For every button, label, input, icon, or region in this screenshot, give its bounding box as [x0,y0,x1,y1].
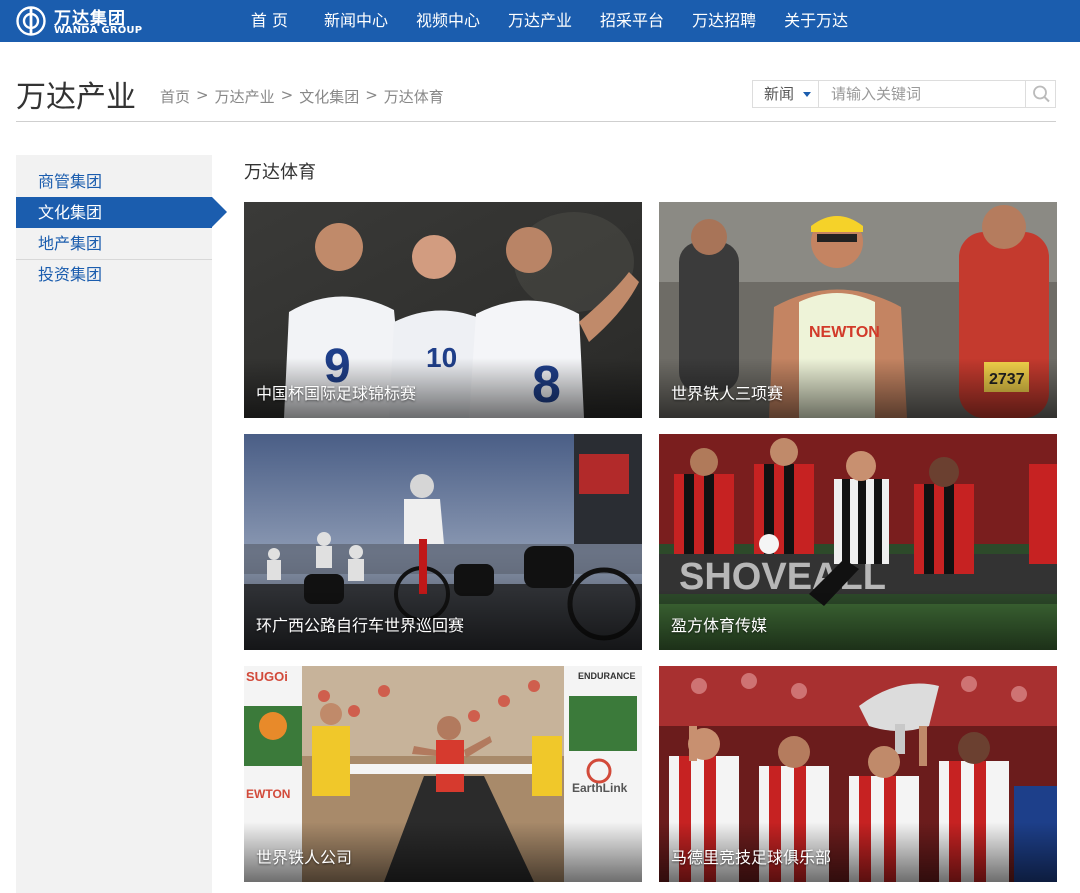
nav-item-about[interactable]: 关于万达 [770,0,862,42]
search-input[interactable] [823,81,1023,107]
svg-text:SUGOi: SUGOi [246,669,288,684]
sidebar-item-commercial[interactable]: 商管集团 [16,166,212,197]
wanda-logo[interactable]: 万达集团 WANDA GROUP [16,4,146,38]
search-icon [1033,85,1050,103]
nav-item-industry[interactable]: 万达产业 [494,0,586,42]
breadcrumb-separator: > [365,86,378,104]
card-label: 马德里竞技足球俱乐部 [671,848,832,867]
svg-text:NEWTON: NEWTON [809,324,880,341]
chevron-down-icon [803,92,811,97]
wanda-logo-icon [16,6,46,36]
breadcrumb: 首页 > 万达产业 > 文化集团 > 万达体育 [160,86,444,107]
nav-item-home[interactable]: 首 页 [230,0,310,42]
section-title: 万达体育 [244,162,316,183]
nav-item-recruitment[interactable]: 万达招聘 [678,0,770,42]
svg-text:EWTON: EWTON [246,787,290,801]
card-label: 环广西公路自行车世界巡回赛 [256,616,465,635]
svg-text:EarthLink: EarthLink [572,781,628,795]
card-world-triathlon-corp[interactable]: SUGOi EWTON ENDURANCE EarthLink 世界铁人公司 [244,666,642,882]
card-china-cup[interactable]: 9 10 8 中国杯国际足球锦标赛 [244,202,642,418]
breadcrumb-culture-group[interactable]: 文化集团 [299,86,359,107]
breadcrumb-home[interactable]: 首页 [160,86,190,107]
breadcrumb-wanda-sports[interactable]: 万达体育 [384,86,444,107]
search-type-dropdown[interactable]: 新闻 [753,81,819,107]
nav-item-news[interactable]: 新闻中心 [310,0,402,42]
card-label: 中国杯国际足球锦标赛 [256,384,417,403]
sidebar-item-culture[interactable]: 文化集团 [16,197,227,228]
nav-item-video[interactable]: 视频中心 [402,0,494,42]
card-ironman-triathlon[interactable]: 2737 NEWTON 世界铁人三项赛 [659,202,1057,418]
card-tour-of-guangxi[interactable]: 环广西公路自行车世界巡回赛 [244,434,642,650]
card-label: 世界铁人三项赛 [671,384,784,403]
breadcrumb-separator: > [196,86,209,104]
top-nav-bar: 万达集团 WANDA GROUP 首 页 新闻中心 视频中心 万达产业 招采平台… [0,0,1080,42]
card-atletico-madrid[interactable]: 马德里竞技足球俱乐部 [659,666,1057,882]
breadcrumb-separator: > [280,86,294,104]
header-divider [16,121,1056,122]
main-nav: 首 页 新闻中心 视频中心 万达产业 招采平台 万达招聘 关于万达 [230,0,862,42]
card-label: 世界铁人公司 [256,848,353,867]
nav-item-procurement[interactable]: 招采平台 [586,0,678,42]
card-label: 盈方体育传媒 [671,616,768,635]
logo-text-en: WANDA GROUP [54,25,143,36]
breadcrumb-industry[interactable]: 万达产业 [215,86,275,107]
search-type-label: 新闻 [764,85,795,103]
sidebar-item-investment[interactable]: 投资集团 [16,259,212,290]
search-box: 新闻 [752,80,1056,108]
card-infront-sports-media[interactable]: SHOVEALL 盈方体育传媒 [659,434,1057,650]
page-title: 万达产业 [16,80,136,115]
search-button[interactable] [1025,81,1055,107]
sidebar-item-real-estate[interactable]: 地产集团 [16,228,212,259]
svg-text:ENDURANCE: ENDURANCE [578,671,636,681]
sidebar: 商管集团 文化集团 地产集团 投资集团 [16,155,227,893]
